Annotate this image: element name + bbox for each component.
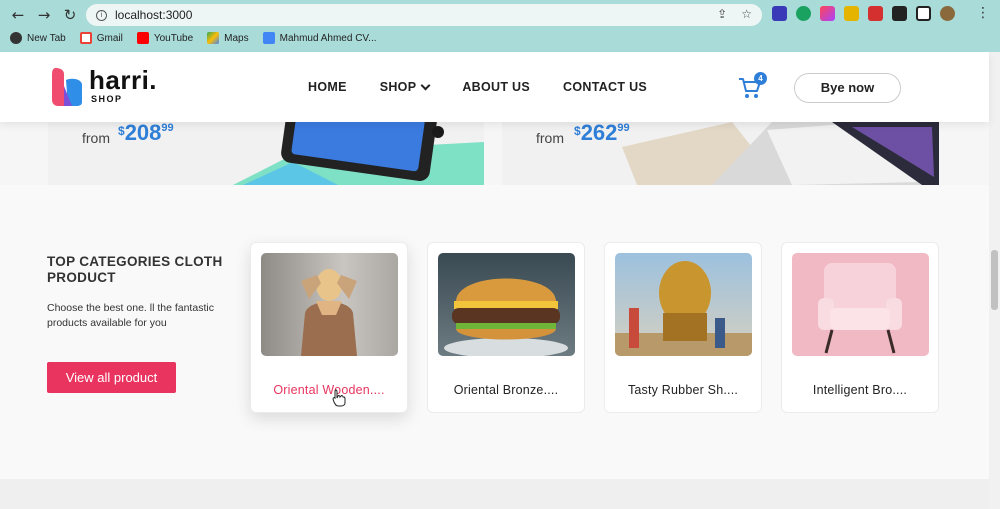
hand-cursor-icon [332, 389, 346, 407]
back-icon[interactable]: ← [8, 5, 28, 25]
bookmark-maps[interactable]: Maps [207, 32, 249, 44]
logo-sub: SHOP [91, 94, 123, 104]
bookmark-label: Gmail [96, 32, 123, 44]
url-text: localhost:3000 [115, 8, 193, 22]
category-card[interactable]: Oriental Wooden.... [250, 242, 408, 413]
category-image [438, 253, 575, 356]
category-name: Tasty Rubber Sh.... [627, 383, 739, 397]
section-description: Choose the best one. ll the fantastic pr… [47, 302, 214, 329]
scrollbar[interactable] [989, 52, 1000, 509]
menu-icon[interactable]: ⋮ [976, 5, 990, 21]
gmail-icon [79, 32, 92, 44]
woman-figure [301, 269, 357, 356]
bookmark-label: Maps [224, 32, 249, 44]
star-icon[interactable]: ☆ [741, 7, 752, 21]
grammarly-icon[interactable] [796, 6, 811, 21]
logo[interactable]: harri. SHOP [50, 66, 157, 108]
forward-icon[interactable]: → [34, 5, 54, 25]
category-image [615, 253, 752, 356]
bookmark-cv[interactable]: Mahmud Ahmed CV... [262, 32, 377, 44]
nav-shop[interactable]: SHOP [379, 80, 431, 94]
category-card[interactable]: Oriental Bronze.... [427, 242, 585, 413]
docs-icon [262, 32, 275, 44]
extension-icon[interactable] [820, 6, 835, 21]
logo-name: harri. [89, 65, 158, 95]
browser-chrome: ← → ↻ i localhost:3000 ⇪ ☆ ⋮ New Tab Gma… [0, 0, 1000, 52]
reload-icon[interactable]: ↻ [60, 5, 80, 25]
promo-banner-laptop[interactable]: from $26299 [502, 122, 939, 185]
category-card[interactable]: Tasty Rubber Sh.... [604, 242, 762, 413]
laptop-image [622, 122, 939, 185]
nav-shop-label: SHOP [379, 80, 417, 94]
burger-figure [444, 278, 568, 356]
chevron-down-icon [420, 80, 431, 90]
cart-count-badge: 4 [754, 72, 767, 85]
category-name: Oriental Bronze.... [453, 383, 559, 397]
globe-icon [10, 32, 22, 44]
nav-contact[interactable]: CONTACT US [563, 80, 647, 94]
extension-icon[interactable] [868, 6, 883, 21]
info-icon[interactable]: i [96, 9, 107, 21]
nav-about[interactable]: ABOUT US [462, 80, 530, 94]
view-all-button[interactable]: View all product [47, 362, 176, 393]
bookmark-new-tab[interactable]: New Tab [10, 32, 66, 44]
category-name: Oriental Wooden.... [273, 383, 385, 397]
next-section [0, 479, 989, 509]
category-image [261, 253, 398, 356]
share-icon[interactable]: ⇪ [717, 7, 727, 21]
eyedropper-icon[interactable] [844, 6, 859, 21]
extensions-bar [772, 6, 955, 21]
sidepanel-icon[interactable] [916, 6, 931, 21]
promo-banner-phone[interactable]: from $20899 [48, 122, 484, 185]
bye-now-button[interactable]: Bye now [794, 73, 901, 103]
maps-icon [207, 32, 220, 44]
bookmarks-bar: New Tab Gmail YouTube Maps Mahmud Ahmed … [10, 32, 377, 44]
youtube-icon [136, 32, 149, 44]
category-name: Intelligent Bro.... [812, 383, 908, 397]
profile-avatar[interactable] [940, 6, 955, 21]
main-nav: HOME SHOP ABOUT US CONTACT US [308, 80, 647, 94]
logo-mark-icon [52, 68, 82, 106]
site-header: harri. SHOP HOME SHOP ABOUT US CONTACT U… [0, 52, 989, 122]
nav-home[interactable]: HOME [308, 80, 347, 94]
extension-icon[interactable] [772, 6, 787, 21]
bookmark-label: Mahmud Ahmed CV... [279, 32, 377, 44]
browser-nav: ← → ↻ [8, 5, 80, 25]
address-bar[interactable]: i localhost:3000 ⇪ ☆ [86, 4, 762, 26]
bookmark-gmail[interactable]: Gmail [79, 32, 123, 44]
puzzle-icon[interactable] [892, 6, 907, 21]
category-card[interactable]: Intelligent Bro.... [781, 242, 939, 413]
category-image [792, 253, 929, 356]
bookmark-label: YouTube [153, 32, 194, 44]
bookmark-youtube[interactable]: YouTube [136, 32, 194, 44]
chair-figure [818, 263, 902, 354]
scrollbar-thumb[interactable] [991, 250, 998, 310]
phone-image [233, 122, 484, 185]
bookmark-label: New Tab [27, 32, 66, 44]
section-title: TOP CATEGORIES CLOTH PRODUCT [47, 254, 223, 285]
statue-figure [615, 261, 752, 356]
